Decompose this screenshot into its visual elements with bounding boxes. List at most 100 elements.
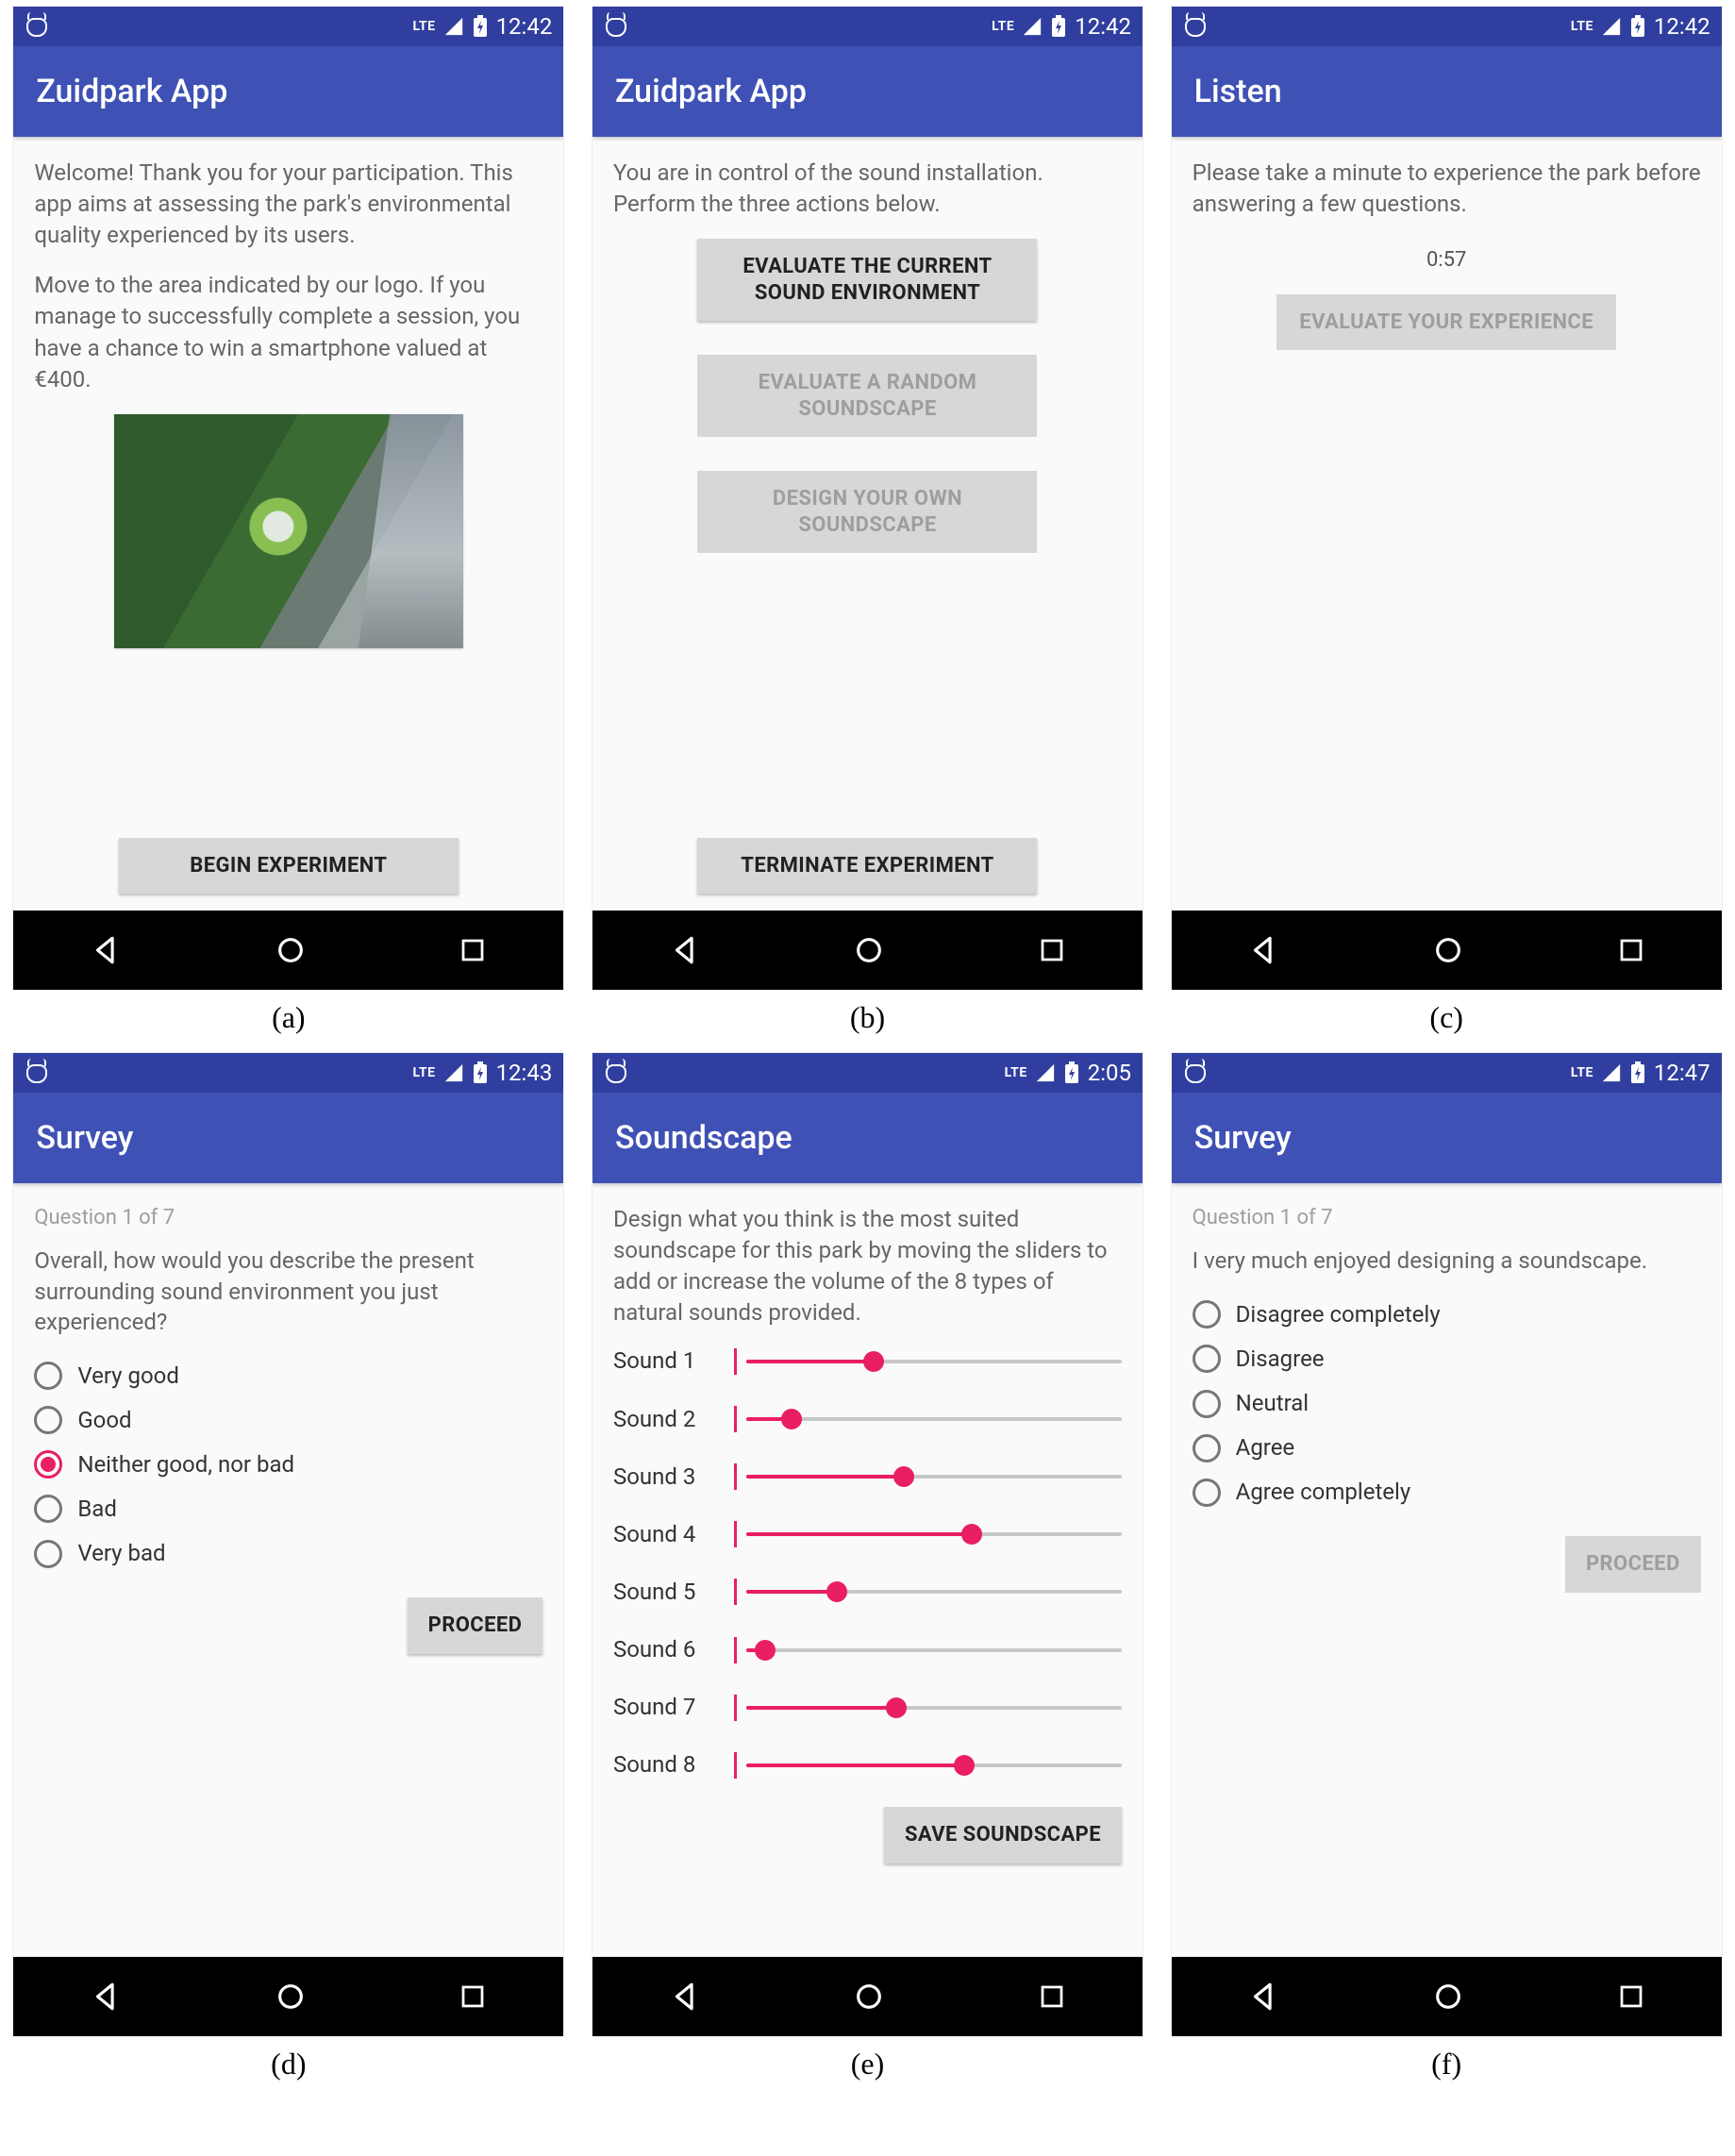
slider-label: Sound 6 bbox=[613, 1634, 717, 1665]
design-own-button[interactable]: DESIGN YOUR OWN SOUNDSCAPE bbox=[697, 471, 1037, 553]
phone-screen-f: LTE 12:47 Survey Question 1 of 7 I very … bbox=[1171, 1052, 1723, 2037]
countdown-timer: 0:57 bbox=[1193, 246, 1701, 275]
nav-recent-icon[interactable] bbox=[1038, 936, 1066, 964]
android-nav-bar bbox=[592, 1957, 1143, 2036]
nav-back-icon[interactable] bbox=[1247, 1981, 1279, 2013]
radio-icon bbox=[1193, 1390, 1221, 1418]
app-title: Soundscape bbox=[615, 1119, 792, 1157]
slider-track-1[interactable] bbox=[746, 1417, 1122, 1421]
nav-home-icon[interactable] bbox=[1432, 934, 1464, 966]
battery-charging-icon bbox=[472, 15, 489, 38]
nav-back-icon[interactable] bbox=[1247, 934, 1279, 966]
slider-thumb-icon[interactable] bbox=[755, 1640, 776, 1661]
slider-min-tick bbox=[734, 1463, 737, 1490]
listen-intro-text: Please take a minute to experience the p… bbox=[1193, 158, 1701, 220]
slider-thumb-icon[interactable] bbox=[961, 1524, 982, 1545]
survey-f-option-0[interactable]: Disagree completely bbox=[1193, 1299, 1701, 1330]
nav-recent-icon[interactable] bbox=[459, 936, 487, 964]
slider-thumb-icon[interactable] bbox=[826, 1581, 847, 1602]
slider-track-4[interactable] bbox=[746, 1590, 1122, 1594]
phone-screen-b: LTE 12:42 Zuidpark App You are in contro… bbox=[592, 6, 1143, 991]
slider-track-3[interactable] bbox=[746, 1532, 1122, 1536]
survey-f-option-1[interactable]: Disagree bbox=[1193, 1344, 1701, 1375]
clock: 12:42 bbox=[1654, 13, 1710, 40]
radio-label: Disagree completely bbox=[1236, 1299, 1441, 1330]
survey-d-option-2[interactable]: Neither good, nor bad bbox=[34, 1449, 542, 1480]
slider-track-7[interactable] bbox=[746, 1763, 1122, 1767]
network-type: LTE bbox=[1005, 1065, 1027, 1080]
slider-track-5[interactable] bbox=[746, 1648, 1122, 1652]
slider-label: Sound 2 bbox=[613, 1404, 717, 1435]
battery-charging-icon bbox=[472, 1061, 489, 1084]
slider-label: Sound 5 bbox=[613, 1577, 717, 1608]
battery-charging-icon bbox=[1063, 1061, 1080, 1084]
nav-back-icon[interactable] bbox=[90, 934, 122, 966]
slider-thumb-icon[interactable] bbox=[781, 1409, 802, 1429]
app-title: Listen bbox=[1194, 73, 1282, 110]
debug-icon bbox=[604, 16, 628, 37]
android-nav-bar bbox=[13, 1957, 563, 2036]
radio-label: Neutral bbox=[1236, 1388, 1309, 1419]
nav-recent-icon[interactable] bbox=[1617, 936, 1645, 964]
radio-label: Very bad bbox=[77, 1538, 165, 1569]
survey-d-option-3[interactable]: Bad bbox=[34, 1494, 542, 1525]
radio-icon bbox=[34, 1450, 62, 1479]
evaluate-random-button[interactable]: EVALUATE A RANDOM SOUNDSCAPE bbox=[697, 355, 1037, 437]
proceed-button[interactable]: PROCEED bbox=[1565, 1536, 1701, 1593]
nav-home-icon[interactable] bbox=[1432, 1981, 1464, 2013]
battery-charging-icon bbox=[1629, 1061, 1646, 1084]
slider-thumb-icon[interactable] bbox=[886, 1697, 907, 1718]
survey-f-option-2[interactable]: Neutral bbox=[1193, 1388, 1701, 1419]
survey-d-option-0[interactable]: Very good bbox=[34, 1361, 542, 1392]
phone-screen-d: LTE 12:43 Survey Question 1 of 7 Overall… bbox=[12, 1052, 564, 2037]
subfigure-caption: (a) bbox=[272, 1000, 306, 1035]
app-bar: Listen bbox=[1172, 46, 1722, 137]
nav-back-icon[interactable] bbox=[669, 934, 701, 966]
terminate-experiment-button[interactable]: TERMINATE EXPERIMENT bbox=[697, 838, 1037, 894]
begin-experiment-button[interactable]: BEGIN EXPERIMENT bbox=[119, 838, 459, 894]
nav-home-icon[interactable] bbox=[275, 934, 307, 966]
clock: 2:05 bbox=[1088, 1060, 1131, 1086]
debug-icon bbox=[604, 1062, 628, 1083]
nav-back-icon[interactable] bbox=[669, 1981, 701, 2013]
app-bar: Soundscape bbox=[592, 1093, 1143, 1183]
save-soundscape-button[interactable]: SAVE SOUNDSCAPE bbox=[884, 1807, 1122, 1864]
clock: 12:47 bbox=[1654, 1060, 1710, 1086]
slider-track-0[interactable] bbox=[746, 1360, 1122, 1363]
nav-back-icon[interactable] bbox=[90, 1981, 122, 2013]
slider-label: Sound 3 bbox=[613, 1462, 717, 1493]
slider-label: Sound 7 bbox=[613, 1692, 717, 1723]
nav-home-icon[interactable] bbox=[853, 1981, 885, 2013]
slider-track-6[interactable] bbox=[746, 1706, 1122, 1710]
subfigure-caption: (c) bbox=[1429, 1000, 1463, 1035]
phone-screen-a: LTE 12:42 Zuidpark App Welcome! Thank yo… bbox=[12, 6, 564, 991]
app-title: Zuidpark App bbox=[36, 73, 227, 110]
nav-recent-icon[interactable] bbox=[459, 1982, 487, 2011]
slider-label: Sound 4 bbox=[613, 1519, 717, 1550]
nav-recent-icon[interactable] bbox=[1038, 1982, 1066, 2011]
slider-thumb-icon[interactable] bbox=[954, 1755, 975, 1776]
radio-label: Neither good, nor bad bbox=[77, 1449, 294, 1480]
survey-f-option-3[interactable]: Agree bbox=[1193, 1432, 1701, 1463]
radio-icon bbox=[1193, 1434, 1221, 1462]
proceed-button[interactable]: PROCEED bbox=[408, 1597, 543, 1654]
slider-track-2[interactable] bbox=[746, 1475, 1122, 1479]
slider-thumb-icon[interactable] bbox=[863, 1351, 884, 1372]
evaluate-current-button[interactable]: EVALUATE THE CURRENT SOUND ENVIRONMENT bbox=[697, 239, 1037, 321]
app-bar: Zuidpark App bbox=[13, 46, 563, 137]
nav-home-icon[interactable] bbox=[275, 1981, 307, 2013]
slider-thumb-icon[interactable] bbox=[893, 1466, 914, 1487]
android-status-bar: LTE 12:43 bbox=[13, 1053, 563, 1093]
survey-f-option-4[interactable]: Agree completely bbox=[1193, 1477, 1701, 1508]
radio-label: Agree bbox=[1236, 1432, 1295, 1463]
survey-d-option-1[interactable]: Good bbox=[34, 1405, 542, 1436]
nav-home-icon[interactable] bbox=[853, 934, 885, 966]
radio-icon bbox=[1193, 1479, 1221, 1507]
android-nav-bar bbox=[1172, 911, 1722, 990]
survey-d-option-4[interactable]: Very bad bbox=[34, 1538, 542, 1569]
question-text: I very much enjoyed designing a soundsca… bbox=[1193, 1245, 1701, 1276]
network-type: LTE bbox=[412, 1065, 435, 1080]
radio-icon bbox=[34, 1362, 62, 1390]
evaluate-experience-button[interactable]: EVALUATE YOUR EXPERIENCE bbox=[1276, 294, 1616, 351]
nav-recent-icon[interactable] bbox=[1617, 1982, 1645, 2011]
